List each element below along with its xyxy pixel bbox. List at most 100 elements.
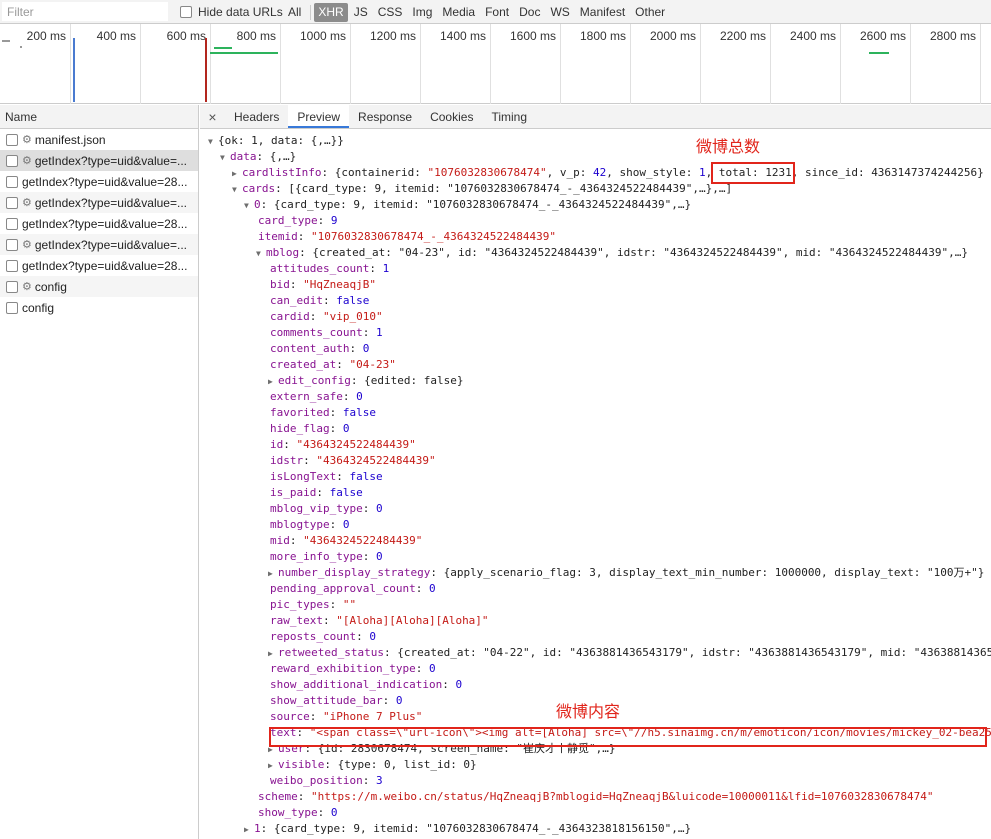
- tree-value: : {created_at: "04-22", id: "43638814365…: [383, 646, 991, 659]
- tab-preview[interactable]: Preview: [288, 105, 350, 128]
- request-row[interactable]: getIndex?type=uid&value=28...: [0, 213, 198, 234]
- tree-value: :: [442, 678, 456, 691]
- request-row[interactable]: ⚙ getIndex?type=uid&value=...: [0, 192, 198, 213]
- filter-img[interactable]: Img: [408, 3, 436, 22]
- collapsed-triangle-icon[interactable]: ▶: [244, 822, 254, 837]
- tree-node[interactable]: ▼ {ok: 1, data: {,…}}: [200, 133, 991, 149]
- filter-js[interactable]: JS: [350, 3, 372, 22]
- tree-key: reposts_count: [270, 630, 357, 643]
- request-bar: [214, 47, 232, 49]
- filter-media[interactable]: Media: [438, 3, 479, 22]
- tree-value: :: [297, 230, 311, 243]
- tree-value: : {edited: false}: [350, 374, 464, 387]
- request-checkbox[interactable]: [6, 238, 18, 251]
- request-row[interactable]: ⚙ config: [0, 276, 198, 297]
- request-name: getIndex?type=uid&value=...: [34, 195, 187, 210]
- tree-value: : {type: 0, list_id: 0}: [324, 758, 477, 771]
- tree-node[interactable]: ▶ cardlistInfo: {containerid: "1076032830…: [200, 165, 991, 181]
- tree-node[interactable]: ▼ data: {,…}: [200, 149, 991, 165]
- tree-node[interactable]: ▼ 0: {card_type: 9, itemid: "107603283067…: [200, 197, 991, 213]
- tree-node[interactable]: ▼ mblog: {created_at: "04-23", id: "43643…: [200, 245, 991, 261]
- expanded-triangle-icon[interactable]: ▼: [244, 198, 254, 213]
- collapsed-triangle-icon[interactable]: ▶: [268, 758, 278, 773]
- filter-ws[interactable]: WS: [546, 3, 573, 22]
- filter-all[interactable]: All: [284, 3, 305, 22]
- tree-node: created_at: "04-23": [200, 357, 991, 373]
- tree-key: visible: [278, 758, 325, 771]
- request-row[interactable]: ⚙ manifest.json: [0, 129, 198, 150]
- tree-node[interactable]: ▶ number_display_strategy: {apply_scenari…: [200, 565, 991, 581]
- hide-data-urls-checkbox[interactable]: [180, 6, 192, 18]
- tree-key: favorited: [270, 406, 330, 419]
- filter-css[interactable]: CSS: [374, 3, 407, 22]
- tab-cookies[interactable]: Cookies: [421, 105, 482, 128]
- hide-data-urls-toggle[interactable]: Hide data URLs: [180, 5, 283, 19]
- timeline-gridline: [140, 24, 141, 104]
- tree-value: 1: [382, 262, 390, 275]
- request-checkbox[interactable]: [6, 175, 18, 188]
- filter-doc[interactable]: Doc: [515, 3, 544, 22]
- request-checkbox[interactable]: [6, 259, 18, 272]
- request-checkbox[interactable]: [6, 196, 18, 209]
- filter-bar: Hide data URLs All XHRJSCSSImgMediaFontDo…: [0, 0, 991, 24]
- timeline-tick-label: 2000 ms: [649, 29, 696, 43]
- request-checkbox[interactable]: [6, 280, 18, 293]
- request-name: getIndex?type=uid&value=28...: [22, 174, 188, 189]
- service-worker-icon: ⚙: [22, 197, 32, 209]
- tree-key: comments_count: [270, 326, 363, 339]
- request-row[interactable]: config: [0, 297, 198, 318]
- tree-node[interactable]: ▶ retweeted_status: {created_at: "04-22",…: [200, 645, 991, 661]
- request-row[interactable]: getIndex?type=uid&value=28...: [0, 255, 198, 276]
- tab-timing[interactable]: Timing: [482, 105, 536, 128]
- request-row[interactable]: ⚙ getIndex?type=uid&value=...: [0, 234, 198, 255]
- expanded-triangle-icon[interactable]: ▼: [220, 150, 230, 165]
- tab-response[interactable]: Response: [349, 105, 421, 128]
- tree-node[interactable]: ▶ edit_config: {edited: false}: [200, 373, 991, 389]
- tree-node[interactable]: ▶ 1: {card_type: 9, itemid: "107603283067…: [200, 821, 991, 837]
- expanded-triangle-icon[interactable]: ▼: [256, 246, 266, 261]
- request-row[interactable]: getIndex?type=uid&value=28...: [0, 171, 198, 192]
- tree-node[interactable]: ▼ cards: [{card_type: 9, itemid: "1076032…: [200, 181, 991, 197]
- collapsed-triangle-icon[interactable]: ▶: [268, 374, 278, 389]
- tree-value: :: [317, 806, 331, 819]
- expanded-triangle-icon[interactable]: ▼: [232, 182, 242, 197]
- tree-value: :: [322, 614, 337, 627]
- request-checkbox[interactable]: [6, 217, 18, 230]
- tree-value: "4364324522484439": [296, 438, 416, 451]
- tree-value: :: [336, 358, 350, 371]
- tree-node[interactable]: ▶ visible: {type: 0, list_id: 0}: [200, 757, 991, 773]
- resource-type-filters: All XHR JS CSS Img Media Font Doc WS Manifest Othe…: [284, 2, 671, 22]
- filter-xhr[interactable]: XHR: [314, 2, 348, 22]
- expanded-triangle-icon[interactable]: ▼: [208, 134, 218, 149]
- name-column-header[interactable]: Name: [0, 105, 198, 129]
- request-checkbox[interactable]: [6, 133, 18, 146]
- tree-key: cardid: [270, 310, 310, 323]
- tree-key: more_info_type: [270, 550, 363, 563]
- tree-key: is_paid: [270, 486, 317, 499]
- request-row[interactable]: ⚙ getIndex?type=uid&value=...: [0, 150, 198, 171]
- request-name: config: [34, 279, 67, 294]
- tab-headers[interactable]: Headers: [225, 105, 288, 128]
- request-checkbox[interactable]: [6, 301, 18, 314]
- tree-node: weibo_position: 3: [200, 773, 991, 789]
- collapsed-triangle-icon[interactable]: ▶: [232, 166, 242, 181]
- filter-other[interactable]: Other: [631, 3, 669, 22]
- timeline-overview[interactable]: 200 ms 400 ms 600 ms 800 ms 1000 ms 1200 ms 14…: [0, 24, 991, 104]
- tree-key: bid: [270, 278, 290, 291]
- tree-value: :: [322, 294, 337, 307]
- collapsed-triangle-icon[interactable]: ▶: [268, 566, 278, 581]
- filter-manifest[interactable]: Manifest: [576, 3, 629, 22]
- filter-font[interactable]: Font: [481, 3, 513, 22]
- tree-value: false: [329, 486, 363, 499]
- tree-key: card_type: [258, 214, 318, 227]
- tree-value: "4364324522484439": [303, 534, 423, 547]
- filter-input[interactable]: [2, 2, 168, 21]
- tree-value: 0: [375, 550, 383, 563]
- tree-node: itemid: "1076032830678474_-_436432452248…: [200, 229, 991, 245]
- tree-key: cards: [242, 182, 276, 195]
- tree-value: :: [289, 278, 304, 291]
- request-checkbox[interactable]: [6, 154, 18, 167]
- close-icon[interactable]: ×: [200, 105, 225, 128]
- tree-value: 42: [593, 166, 607, 179]
- collapsed-triangle-icon[interactable]: ▶: [268, 646, 278, 661]
